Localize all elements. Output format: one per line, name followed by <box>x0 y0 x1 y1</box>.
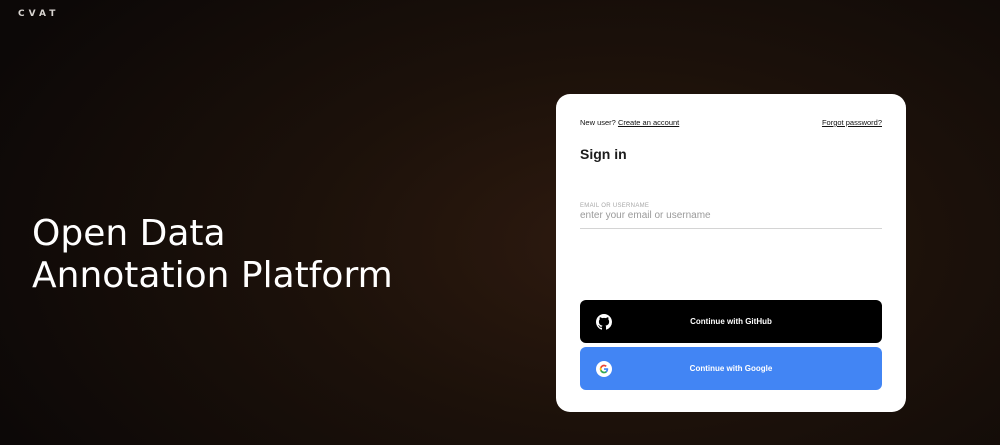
hero-line-1: Open Data <box>32 213 226 254</box>
signin-top-row: New user? Create an account Forgot passw… <box>580 118 882 127</box>
github-button-label: Continue with GitHub <box>690 317 772 326</box>
create-account-link[interactable]: Create an account <box>618 118 679 127</box>
new-user-prompt: New user? Create an account <box>580 118 679 127</box>
signin-title: Sign in <box>580 146 627 162</box>
new-user-text: New user? <box>580 118 616 127</box>
google-button-label: Continue with Google <box>689 364 773 373</box>
forgot-password-link[interactable]: Forgot password? <box>822 118 882 127</box>
cvat-logo: CVAT <box>18 9 60 19</box>
github-signin-button[interactable]: Continue with GitHub <box>580 300 882 343</box>
github-icon <box>596 313 612 330</box>
signin-card: New user? Create an account Forgot passw… <box>556 94 906 412</box>
hero-line-2: Annotation Platform <box>32 255 393 296</box>
google-icon <box>596 360 612 377</box>
email-field: EMAIL OR USERNAME <box>580 203 882 229</box>
email-field-label: EMAIL OR USERNAME <box>580 203 650 209</box>
google-signin-button[interactable]: Continue with Google <box>580 347 882 390</box>
email-input[interactable] <box>580 210 882 221</box>
hero-heading: Open Data Annotation Platform <box>32 213 452 297</box>
